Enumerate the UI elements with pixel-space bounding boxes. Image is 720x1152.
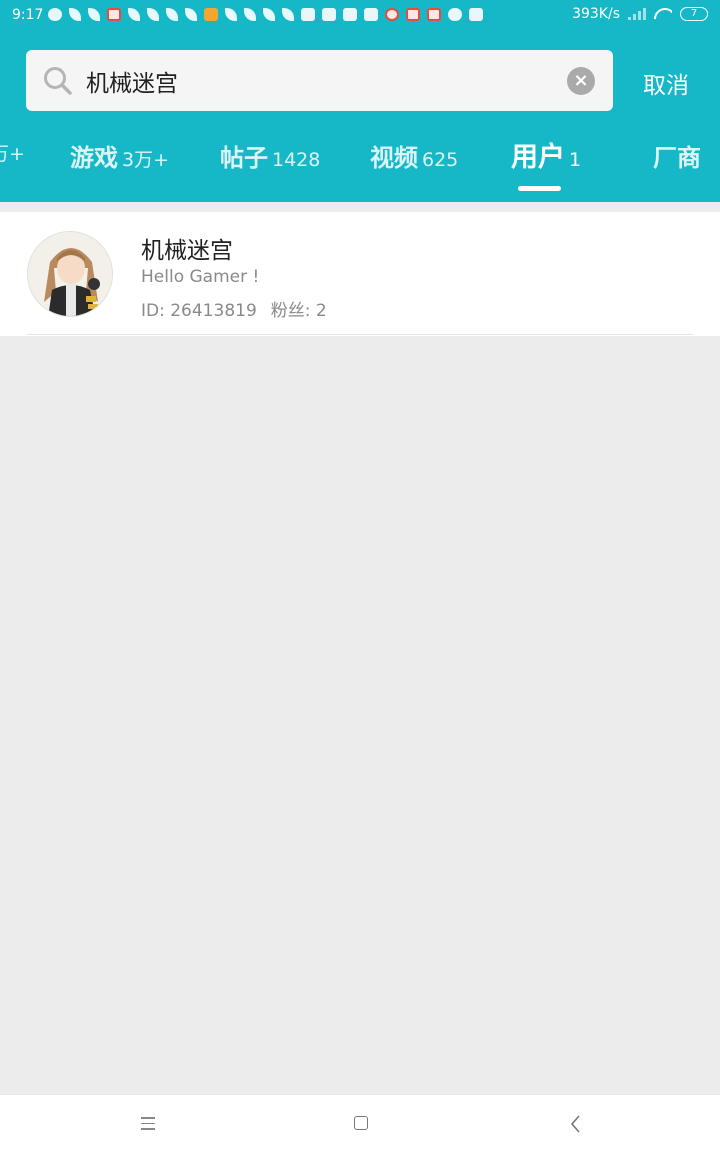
menu-icon[interactable] bbox=[136, 1113, 160, 1135]
notification-leaf-icon bbox=[69, 8, 81, 21]
result-tabs: 万+ 游戏3万+ 帖子1428 视频625 用户1 厂商 bbox=[0, 132, 720, 192]
notification-icons bbox=[48, 8, 483, 21]
notification-leaf-icon bbox=[244, 8, 256, 21]
tab-count: 3万+ bbox=[122, 149, 170, 171]
clear-search-icon[interactable]: × bbox=[567, 67, 595, 95]
tab-games[interactable]: 游戏 3万+ bbox=[70, 138, 169, 173]
tab-vendors[interactable]: 厂商 bbox=[653, 138, 705, 173]
search-box: × bbox=[26, 50, 613, 111]
tab-all[interactable]: 万+ bbox=[0, 138, 25, 166]
user-id: ID: 26413819 bbox=[141, 301, 257, 321]
user-bio: Hello Gamer ! bbox=[141, 267, 260, 287]
tab-count: 万+ bbox=[0, 143, 25, 165]
notification-leaf-icon bbox=[263, 8, 275, 21]
tab-label: 帖子 bbox=[220, 144, 268, 172]
tab-count: 1 bbox=[569, 149, 582, 171]
tab-users[interactable]: 用户 1 bbox=[511, 135, 581, 174]
notification-leaf-icon bbox=[128, 8, 140, 21]
calendar-app-icon bbox=[322, 8, 336, 21]
cancel-button[interactable]: 取消 bbox=[643, 66, 689, 100]
tab-count: 625 bbox=[422, 149, 459, 171]
notification-leaf-icon bbox=[88, 8, 100, 21]
wifi-icon bbox=[654, 7, 672, 21]
music-app-icon bbox=[385, 8, 399, 21]
photo-app-icon bbox=[364, 8, 378, 21]
tab-label: 用户 bbox=[511, 142, 565, 173]
wechat-icon bbox=[48, 8, 62, 21]
system-nav-bar bbox=[0, 1094, 720, 1152]
tab-count: 1428 bbox=[272, 149, 321, 171]
list-item[interactable]: 机械迷宫 Hello Gamer ! ID: 26413819 粉丝: 2 bbox=[0, 212, 720, 336]
photo-app-icon bbox=[343, 8, 357, 21]
notification-leaf-icon bbox=[185, 8, 197, 21]
notification-leaf-icon bbox=[166, 8, 178, 21]
video-app-icon bbox=[427, 8, 441, 21]
divider bbox=[27, 334, 693, 335]
user-meta: ID: 26413819 粉丝: 2 bbox=[141, 296, 327, 321]
notification-leaf-icon bbox=[225, 8, 237, 21]
signal-icon bbox=[628, 8, 646, 20]
tab-label: 游戏 bbox=[70, 144, 118, 172]
back-icon[interactable] bbox=[564, 1113, 588, 1135]
net-speed: 393K/s bbox=[572, 6, 620, 22]
search-icon bbox=[44, 67, 72, 95]
notification-leaf-icon bbox=[282, 8, 294, 21]
home-icon[interactable] bbox=[349, 1113, 373, 1135]
status-bar: 9:17 393K/s 7 bbox=[0, 0, 720, 32]
user-result-list: 机械迷宫 Hello Gamer ! ID: 26413819 粉丝: 2 bbox=[0, 212, 720, 336]
user-name: 机械迷宫 bbox=[141, 238, 233, 264]
avatar[interactable] bbox=[27, 231, 113, 317]
active-tab-indicator bbox=[518, 186, 561, 191]
video-app-icon bbox=[107, 8, 121, 21]
header: 9:17 393K/s 7 机械迷宫 × 取消 + 游戏 3万+ 帖子 1428… bbox=[0, 0, 720, 202]
video-app-icon bbox=[406, 8, 420, 21]
cloud-icon bbox=[448, 8, 462, 21]
status-time: 9:17 bbox=[12, 7, 44, 23]
status-right: 393K/s 7 bbox=[572, 6, 708, 22]
battery-icon: 7 bbox=[680, 7, 708, 21]
notification-leaf-icon bbox=[147, 8, 159, 21]
tab-posts[interactable]: 帖子 1428 bbox=[220, 138, 320, 173]
tab-videos[interactable]: 视频 625 bbox=[370, 138, 458, 173]
avatar-image bbox=[28, 232, 112, 316]
tab-label: 厂商 bbox=[653, 144, 701, 172]
search-input[interactable] bbox=[86, 62, 556, 100]
calendar-app-icon bbox=[469, 8, 483, 21]
game-app-icon bbox=[204, 8, 218, 21]
tab-label: 视频 bbox=[370, 144, 418, 172]
user-fans: 粉丝: 2 bbox=[270, 301, 327, 321]
calendar-app-icon bbox=[301, 8, 315, 21]
